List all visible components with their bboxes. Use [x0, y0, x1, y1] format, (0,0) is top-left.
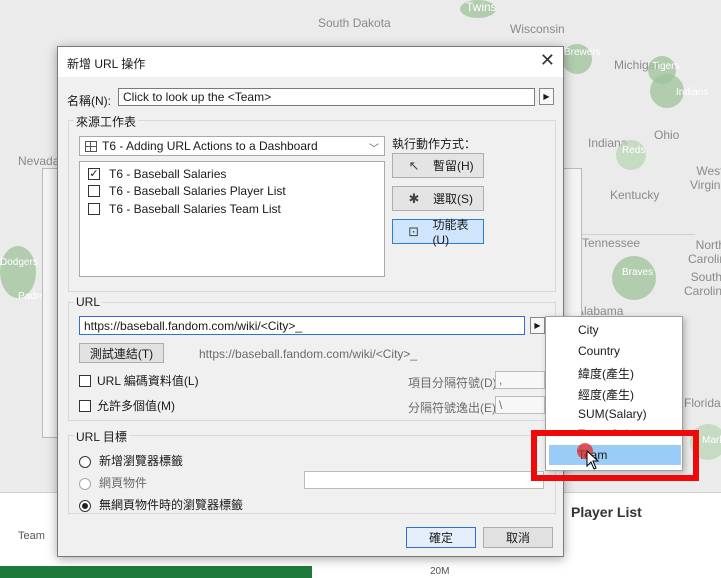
player-list-title: Player List	[571, 504, 642, 520]
map-state-label: North Carolina	[688, 238, 721, 266]
target-tab-if-no-web-object-radio[interactable]	[79, 499, 91, 512]
cancel-button[interactable]: 取消	[483, 527, 553, 548]
select-pointer-icon: ✱	[408, 190, 420, 206]
target-new-tab-radio[interactable]	[79, 455, 91, 468]
sheet-item-team-list[interactable]: T6 - Baseball Salaries Team List	[88, 201, 281, 217]
item-delimiter-input: ,	[495, 371, 545, 389]
allow-multiple-values-checkbox[interactable]	[79, 399, 91, 412]
menu-item-country[interactable]: Country	[578, 344, 620, 358]
delimiter-escape-label: 分隔符號逸出(E):	[408, 401, 500, 415]
url-insert-field-button[interactable]: ▶	[530, 317, 545, 334]
target-new-tab-label: 新增瀏覽器標籤	[99, 454, 184, 468]
axis-tick-label: 20M	[430, 566, 450, 577]
arrow-right-icon: ▶	[534, 321, 541, 330]
dialog-titlebar[interactable]: 新增 URL 操作 ✕	[58, 47, 563, 77]
sheet-checkbox[interactable]	[88, 203, 100, 215]
name-input[interactable]: Click to look up the <Team>	[118, 88, 535, 106]
dashboard-icon	[85, 141, 97, 152]
target-tab-if-no-web-object-option[interactable]: 無網頁物件時的瀏覽器標籤	[79, 496, 243, 513]
map-state-label: Florida	[684, 396, 721, 410]
sheet-item-baseball-salaries[interactable]: ✓ T6 - Baseball Salaries	[88, 166, 226, 182]
allow-multiple-values-label: 允許多個值(M)	[97, 399, 175, 413]
source-sheets-list: ✓ T6 - Baseball Salaries T6 - Baseball S…	[79, 161, 385, 277]
map-state-label: Kentucky	[610, 188, 660, 202]
run-on-select-button[interactable]: ✱ 選取(S)	[392, 186, 484, 211]
menu-item-sum-salary[interactable]: SUM(Salary)	[578, 407, 647, 421]
encode-data-values-option[interactable]: URL 編碼資料值(L)	[79, 372, 199, 389]
source-dashboard-value: T6 - Adding URL Actions to a Dashboard	[102, 139, 318, 153]
menu-pointer-icon: ⊡	[408, 223, 420, 239]
map-state-label: Tennessee	[582, 236, 641, 250]
mouse-pointer-icon	[586, 450, 600, 470]
menu-item-city[interactable]: City	[578, 323, 599, 337]
team-label: Indians	[676, 87, 709, 98]
ok-button[interactable]: 確定	[406, 527, 476, 548]
run-on-menu-label: 功能表(U)	[432, 218, 469, 247]
run-on-hover-button[interactable]: ↖ 暫留(H)	[392, 153, 484, 178]
team-label: Braves	[622, 267, 654, 278]
map-state-label: Wisconsin	[510, 22, 565, 36]
source-dashboard-select[interactable]: T6 - Adding URL Actions to a Dashboard ﹀	[79, 136, 385, 156]
delimiter-escape-input: \	[495, 396, 545, 414]
item-delimiter-label: 項目分隔符號(D):	[408, 376, 500, 390]
url-preview: https://baseball.fandom.com/wiki/<City>_	[199, 347, 418, 361]
arrow-right-icon: ▶	[543, 92, 550, 101]
name-insert-field-button[interactable]: ▶	[539, 88, 554, 105]
name-label: 名稱(N):	[67, 94, 111, 108]
chevron-down-icon: ﹀	[369, 144, 379, 155]
menu-item-longitude[interactable]: 經度(產生)	[578, 386, 634, 403]
allow-multiple-values-option[interactable]: 允許多個值(M)	[79, 397, 175, 414]
team-label: Twins	[466, 0, 497, 14]
map-state-label: West Virginia	[690, 164, 721, 192]
map-state-label: Ohio	[654, 128, 680, 142]
close-icon[interactable]: ✕	[540, 51, 555, 69]
target-web-object-label: 網頁物件	[99, 476, 148, 490]
sheet-label: T6 - Baseball Salaries Player List	[109, 184, 286, 198]
menu-item-latitude[interactable]: 緯度(產生)	[578, 365, 634, 382]
run-on-select-label: 選取(S)	[433, 192, 473, 206]
sheet-checkbox-checked[interactable]: ✓	[88, 168, 100, 180]
target-tab-if-no-web-object-label: 無網頁物件時的瀏覽器標籤	[99, 498, 244, 512]
target-web-object-option: 網頁物件	[79, 474, 147, 491]
add-url-action-dialog: 新增 URL 操作 ✕ 名稱(N): Click to look up the …	[57, 46, 564, 557]
team-label: Dodgers	[0, 257, 38, 268]
target-web-object-radio	[79, 477, 91, 490]
sheet-item-player-list[interactable]: T6 - Baseball Salaries Player List	[88, 183, 286, 199]
run-on-menu-button[interactable]: ⊡ 功能表(U)	[392, 218, 484, 247]
source-sheets-title: 來源工作表	[74, 113, 139, 130]
team-label: Marlins	[702, 435, 721, 446]
url-input[interactable]: https://baseball.fandom.com/wiki/<City>_	[79, 316, 525, 335]
highlight-annotation	[531, 430, 699, 481]
encode-data-values-label: URL 編碼資料值(L)	[97, 374, 199, 388]
hover-pointer-icon: ↖	[408, 157, 420, 173]
sheet-label: T6 - Baseball Salaries	[109, 167, 227, 181]
team-column-header: Team	[18, 530, 45, 542]
run-on-hover-label: 暫留(H)	[433, 159, 474, 173]
map-state-label: Nevada	[18, 154, 60, 168]
map-divider	[575, 234, 695, 235]
url-title: URL	[74, 295, 103, 309]
target-new-tab-option[interactable]: 新增瀏覽器標籤	[79, 452, 183, 469]
web-object-select	[304, 471, 544, 489]
map-state-label: South Carolina	[684, 270, 721, 298]
team-label: Brewers	[564, 47, 601, 58]
test-link-button[interactable]: 測試連結(T)	[79, 343, 164, 363]
encode-data-values-checkbox[interactable]	[79, 374, 91, 387]
url-target-title: URL 目標	[74, 428, 129, 445]
sheet-label: T6 - Baseball Salaries Team List	[109, 202, 281, 216]
run-action-label: 執行動作方式：	[392, 137, 477, 151]
dialog-title: 新增 URL 操作	[67, 57, 146, 71]
sheet-checkbox[interactable]	[88, 185, 100, 197]
map-state-label: South Dakota	[318, 16, 391, 30]
salary-bar[interactable]	[0, 566, 312, 578]
team-label: Tigers	[652, 61, 680, 72]
team-label: Reds	[622, 145, 646, 156]
